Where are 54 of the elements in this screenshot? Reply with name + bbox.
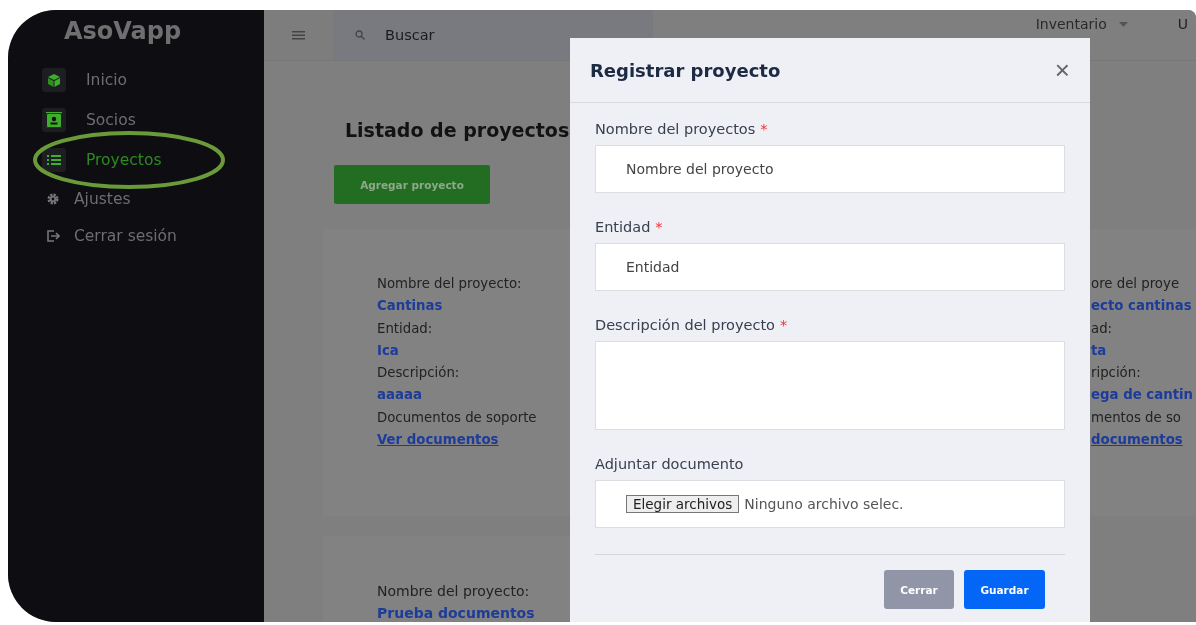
cancel-button[interactable]: Cerrar — [884, 570, 954, 609]
documents-link[interactable]: Ver documentos — [377, 429, 499, 452]
close-button[interactable]: × — [1054, 57, 1070, 83]
app-logo-text: AsoVapp — [64, 16, 183, 46]
field-label: ore del proye — [1091, 275, 1180, 293]
contact-card-icon — [42, 108, 66, 132]
field-label: Nombre del proyecto: — [377, 582, 530, 601]
logout-icon — [46, 228, 60, 243]
cube-icon — [42, 68, 66, 92]
field-label: mentos de so — [1091, 408, 1181, 427]
add-project-button[interactable]: Agregar proyecto — [334, 165, 490, 204]
search-icon — [355, 30, 365, 40]
sidebar-item[interactable]: Inicio — [42, 60, 264, 100]
required-mark: * — [780, 317, 788, 333]
search-field[interactable]: Buscar — [385, 10, 653, 60]
modal-title: Registrar proyecto — [590, 59, 781, 81]
list-icon — [42, 148, 66, 172]
field-value: Prueba documentos — [377, 604, 535, 622]
file-input[interactable]: Elegir archivos Ninguno archivo selec. — [595, 480, 1065, 528]
documents-link[interactable]: documentos — [1091, 429, 1183, 452]
field-value: Ica — [377, 341, 399, 360]
description-input[interactable] — [595, 341, 1065, 430]
field-label: ripción: — [1091, 364, 1141, 383]
sidebar-item[interactable]: Cerrar sesión — [46, 217, 264, 254]
text-input[interactable]: Nombre del proyecto — [595, 145, 1065, 193]
field-label: Documentos de soporte — [377, 408, 537, 427]
field-value: Cantinas — [377, 297, 443, 316]
menu-icon — [292, 30, 305, 40]
inventory-dropdown[interactable]: Inventario — [1035, 14, 1128, 34]
required-mark: * — [760, 121, 768, 137]
sidebar-item[interactable]: Ajustes — [46, 180, 264, 217]
settings-icon — [46, 191, 60, 206]
sidebar-item[interactable]: Socios — [42, 100, 264, 140]
page-title: Listado de proyectos — [345, 119, 570, 141]
text-input[interactable]: Entidad — [595, 243, 1065, 291]
field-value: ta — [1091, 341, 1107, 360]
field-label: Entidad — [595, 219, 651, 235]
file-status: Ninguno archivo selec. — [744, 496, 904, 512]
field-label: Nombre del proyecto: — [377, 275, 522, 293]
caret-icon — [1118, 21, 1128, 27]
field-value: ecto cantinas — [1091, 297, 1192, 316]
field-value: aaaaa — [377, 386, 422, 405]
field-label: Nombre del proyectos — [595, 121, 756, 137]
sidebar-item[interactable]: Proyectos — [42, 140, 264, 180]
field-value: ega de cantin — [1091, 386, 1193, 405]
required-mark: * — [655, 219, 663, 235]
field-label: Entidad: — [377, 319, 433, 338]
field-label: Descripción: — [377, 364, 460, 383]
user-menu[interactable]: U — [1177, 16, 1188, 36]
field-label: Adjuntar documento — [595, 456, 744, 472]
field-label: ad: — [1091, 319, 1113, 338]
save-button[interactable]: Guardar — [964, 570, 1045, 609]
choose-files-button[interactable]: Elegir archivos — [626, 495, 740, 513]
field-label: Descripción del proyecto — [595, 317, 775, 333]
